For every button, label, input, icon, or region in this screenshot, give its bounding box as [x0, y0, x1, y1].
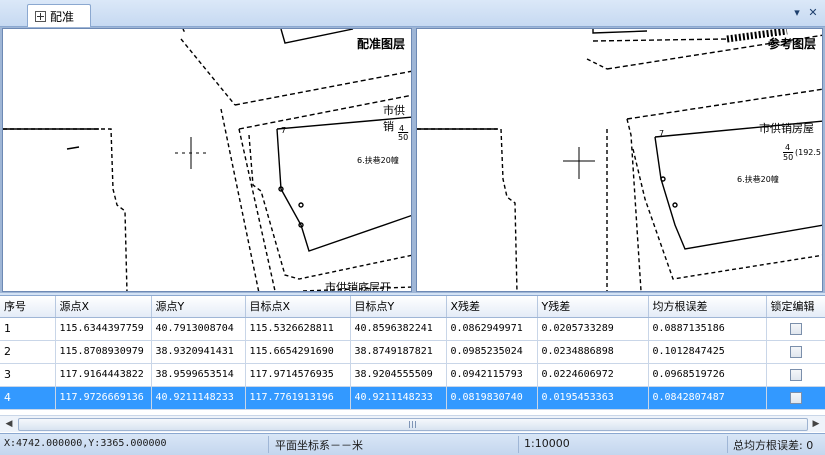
table-cell-ry[interactable]: 0.0224606972 — [537, 363, 649, 387]
map-label: 市供销房屋 — [759, 122, 814, 135]
table-cell-rx[interactable]: 0.0819830740 — [446, 386, 538, 410]
map-label: 7 — [659, 129, 665, 138]
grip-icon — [409, 421, 417, 428]
table-cell-sx[interactable]: 115.8708930979 — [55, 340, 152, 364]
map-label: 4 — [399, 124, 405, 133]
horizontal-scrollbar[interactable]: ◀ ▶ — [0, 415, 825, 432]
table-cell-rms[interactable]: 0.1012847425 — [648, 340, 767, 364]
map-label: (192.5 — [795, 148, 822, 157]
table-cell-sy[interactable]: 38.9320941431 — [151, 340, 246, 364]
table-row[interactable]: 3 117.9164443822 38.9599653514 117.97145769… — [0, 363, 825, 387]
map-label: 50 — [783, 153, 794, 162]
document-tab-bar: 配准 ▾ ✕ — [0, 0, 825, 27]
scrollbar-thumb[interactable] — [18, 418, 808, 431]
map-label: 市供销 — [383, 104, 405, 133]
map-label: 6.扶巷20幢 — [357, 156, 399, 165]
registration-layer-title: 配准图层 — [356, 37, 405, 51]
map-label: 市供销底层开 — [325, 281, 391, 292]
column-header[interactable]: 序号 — [0, 296, 56, 318]
column-header[interactable]: 源点Y — [151, 296, 246, 318]
map-label: 6.扶巷20幢 — [737, 175, 779, 184]
table-cell-rms[interactable]: 0.0968519726 — [648, 363, 767, 387]
table-cell-idx[interactable]: 2 — [0, 340, 56, 364]
table-cell-ty[interactable]: 40.8596382241 — [350, 317, 447, 341]
table-cell-idx[interactable]: 4 — [0, 386, 56, 410]
column-header[interactable]: 均方根误差 — [648, 296, 767, 318]
table-header-row: 序号 源点X 源点Y 目标点X 目标点Y X残差 Y残差 均方根误差 锁定编辑 — [0, 296, 825, 318]
control-points-grid: 序号 源点X 源点Y 目标点X 目标点Y X残差 Y残差 均方根误差 锁定编辑 1 115.634… — [0, 295, 825, 433]
status-divider — [727, 436, 728, 453]
lock-edit-cell — [766, 317, 825, 341]
reference-layer-view[interactable]: 参考图层 市供销房屋 4 50 (192.5 6.扶巷20幢 7 — [416, 28, 823, 292]
lock-edit-cell — [766, 386, 825, 410]
cursor-coordinates: X:4742.000000,Y:3365.000000 — [4, 438, 167, 449]
table-cell-ry[interactable]: 0.0205733289 — [537, 317, 649, 341]
column-header[interactable]: 锁定编辑 — [766, 296, 825, 318]
registration-layer-view[interactable]: 配准图层 市供销 4 50 6.扶巷20幢 7 市供销底层开 — [2, 28, 412, 292]
lock-edit-checkbox[interactable] — [790, 322, 802, 335]
table-cell-sy[interactable]: 38.9599653514 — [151, 363, 246, 387]
table-cell-tx[interactable]: 115.5326628811 — [245, 317, 351, 341]
lock-edit-cell — [766, 340, 825, 364]
table-cell-ry[interactable]: 0.0195453363 — [537, 386, 649, 410]
table-cell-ry[interactable]: 0.0234886898 — [537, 340, 649, 364]
table-cell-tx[interactable]: 117.7761913196 — [245, 386, 351, 410]
column-header[interactable]: 目标点X — [245, 296, 351, 318]
lock-edit-cell — [766, 363, 825, 387]
table-cell-sy[interactable]: 40.7913008704 — [151, 317, 246, 341]
reference-layer-title: 参考图层 — [767, 37, 816, 51]
table-cell-idx[interactable]: 3 — [0, 363, 56, 387]
table-cell-rx[interactable]: 0.0985235024 — [446, 340, 538, 364]
total-rms-error: 总均方根误差: 0 — [733, 439, 814, 452]
table-cell-sx[interactable]: 117.9726669136 — [55, 386, 152, 410]
table-cell-tx[interactable]: 117.9714576935 — [245, 363, 351, 387]
scroll-right-icon[interactable]: ▶ — [808, 417, 824, 432]
table-cell-rms[interactable]: 0.0842807487 — [648, 386, 767, 410]
table-cell-sx[interactable]: 117.9164443822 — [55, 363, 152, 387]
reference-map-drawing — [417, 29, 822, 291]
status-divider — [268, 436, 269, 453]
table-cell-tx[interactable]: 115.6654291690 — [245, 340, 351, 364]
map-window-icon — [35, 10, 46, 22]
column-header[interactable]: 目标点Y — [350, 296, 447, 318]
tab-label: 配准 — [50, 9, 75, 24]
registration-map-drawing — [3, 29, 411, 291]
close-icon[interactable]: ✕ — [806, 6, 820, 20]
table-row[interactable]: 4 117.9726669136 40.9211148233 117.77619131… — [0, 386, 825, 410]
coordinate-system: 平面坐标系－－米 — [275, 439, 363, 452]
table-cell-rx[interactable]: 0.0862949971 — [446, 317, 538, 341]
table-cell-rx[interactable]: 0.0942115793 — [446, 363, 538, 387]
column-header[interactable]: X残差 — [446, 296, 538, 318]
lock-edit-checkbox[interactable] — [790, 368, 802, 381]
map-label: 4 — [785, 143, 791, 152]
table-cell-ty[interactable]: 38.8749187821 — [350, 340, 447, 364]
table-cell-ty[interactable]: 40.9211148233 — [350, 386, 447, 410]
table-cell-idx[interactable]: 1 — [0, 317, 56, 341]
status-divider — [518, 436, 519, 453]
lock-edit-checkbox[interactable] — [790, 345, 802, 358]
map-label: 7 — [281, 126, 287, 135]
table-cell-rms[interactable]: 0.0887135186 — [648, 317, 767, 341]
table-cell-sy[interactable]: 40.9211148233 — [151, 386, 246, 410]
column-header[interactable]: 源点X — [55, 296, 152, 318]
scroll-left-icon[interactable]: ◀ — [1, 417, 17, 432]
map-scale: 1:10000 — [524, 437, 570, 450]
table-cell-ty[interactable]: 38.9204555509 — [350, 363, 447, 387]
column-header[interactable]: Y残差 — [537, 296, 649, 318]
table-row[interactable]: 1 115.6344397759 40.7913008704 115.53266288… — [0, 317, 825, 341]
chevron-down-icon[interactable]: ▾ — [790, 6, 804, 20]
table-row[interactable]: 2 115.8708930979 38.9320941431 115.66542916… — [0, 340, 825, 364]
table-cell-sx[interactable]: 115.6344397759 — [55, 317, 152, 341]
control-points-table: 序号 源点X 源点Y 目标点X 目标点Y X残差 Y残差 均方根误差 锁定编辑 1 115.634… — [0, 296, 825, 410]
map-label: 50 — [398, 133, 409, 142]
tab-registration[interactable]: 配准 — [27, 4, 91, 27]
map-panes: 配准图层 市供销 4 50 6.扶巷20幢 7 市供销底层开 参考图层 市供销房… — [0, 27, 825, 293]
status-bar: X:4742.000000,Y:3365.000000 平面坐标系－－米 1:1… — [0, 433, 825, 455]
lock-edit-checkbox[interactable] — [790, 391, 802, 404]
